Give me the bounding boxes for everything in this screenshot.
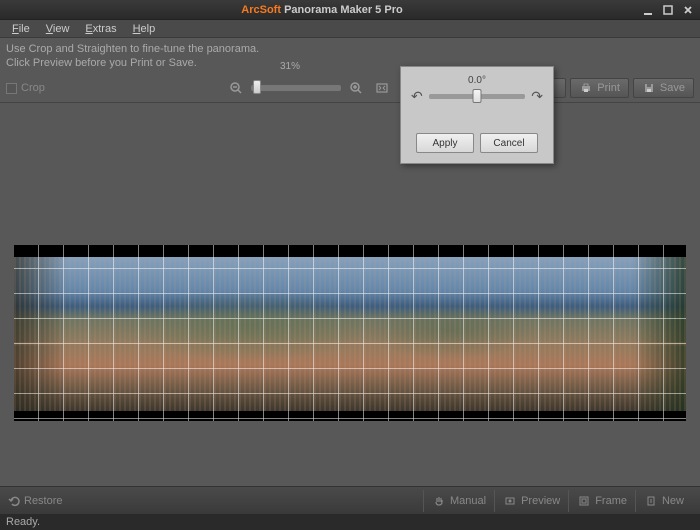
menubar: File View Extras Help: [0, 20, 700, 38]
window-controls: [640, 3, 696, 17]
popup-buttons: Apply Cancel: [411, 133, 543, 153]
hand-icon: [432, 494, 446, 508]
titlebar: ArcSoft Panorama Maker 5 Pro: [0, 0, 700, 20]
maximize-button[interactable]: [660, 3, 676, 17]
new-icon: [644, 494, 658, 508]
close-button[interactable]: [680, 3, 696, 17]
print-label: Print: [597, 82, 620, 94]
canvas-area: [0, 103, 700, 486]
manual-button[interactable]: Manual: [423, 490, 494, 512]
restore-label: Restore: [24, 495, 63, 507]
printer-icon: [579, 81, 593, 95]
fit-screen-icon[interactable]: [371, 78, 393, 98]
cancel-button[interactable]: Cancel: [480, 133, 538, 153]
frame-label: Frame: [595, 495, 627, 507]
restore-button[interactable]: Restore: [8, 495, 63, 507]
crop-checkbox[interactable]: Crop: [6, 82, 45, 94]
print-button[interactable]: Print: [570, 78, 629, 98]
manual-label: Manual: [450, 495, 486, 507]
menu-extras[interactable]: Extras: [77, 21, 124, 37]
rotate-right-icon[interactable]: ↷: [531, 88, 543, 105]
straighten-popup: 0.0° ↶ ↷ Apply Cancel: [400, 66, 554, 164]
rotation-thumb[interactable]: [473, 89, 482, 103]
save-icon: [642, 81, 656, 95]
crop-label: Crop: [21, 82, 45, 94]
bottombar: Restore Manual Preview Frame New: [0, 486, 700, 514]
save-label: Save: [660, 82, 685, 94]
zoom-slider[interactable]: [251, 85, 341, 91]
zoom-percent: 31%: [280, 61, 300, 72]
panorama-preview[interactable]: [14, 245, 686, 421]
hint-panel: Use Crop and Straighten to fine-tune the…: [0, 38, 700, 75]
toolbar: Crop 31% 1:1 Order Panorama Print Save: [0, 75, 700, 103]
frame-button[interactable]: Frame: [568, 490, 635, 512]
checkbox-icon: [6, 83, 17, 94]
preview-label: Preview: [521, 495, 560, 507]
restore-icon: [8, 495, 20, 507]
menu-file[interactable]: File: [4, 21, 38, 37]
brand-name: ArcSoft: [241, 4, 281, 16]
save-button[interactable]: Save: [633, 78, 694, 98]
preview-icon: [503, 494, 517, 508]
app-title: Panorama Maker 5 Pro: [284, 4, 403, 16]
straighten-grid: [14, 245, 686, 421]
apply-button[interactable]: Apply: [416, 133, 474, 153]
menu-view[interactable]: View: [38, 21, 78, 37]
zoom-out-icon[interactable]: [225, 78, 247, 98]
minimize-button[interactable]: [640, 3, 656, 17]
window-title: ArcSoft Panorama Maker 5 Pro: [4, 4, 640, 16]
new-label: New: [662, 495, 684, 507]
hint-line1: Use Crop and Straighten to fine-tune the…: [6, 42, 694, 56]
zoom-controls: 1:1: [225, 78, 419, 98]
preview-button[interactable]: Preview: [494, 490, 568, 512]
frame-icon: [577, 494, 591, 508]
statusbar: Ready.: [0, 514, 700, 530]
menu-help[interactable]: Help: [125, 21, 164, 37]
status-text: Ready.: [6, 516, 40, 528]
zoom-thumb[interactable]: [253, 80, 261, 94]
rotation-slider-row: ↶ ↷: [411, 88, 543, 105]
rotation-slider[interactable]: [429, 94, 526, 99]
zoom-in-icon[interactable]: [345, 78, 367, 98]
rotation-value: 0.0°: [411, 75, 543, 86]
hint-line2: Click Preview before you Print or Save.: [6, 56, 694, 70]
new-button[interactable]: New: [635, 490, 692, 512]
rotate-left-icon[interactable]: ↶: [411, 88, 423, 105]
